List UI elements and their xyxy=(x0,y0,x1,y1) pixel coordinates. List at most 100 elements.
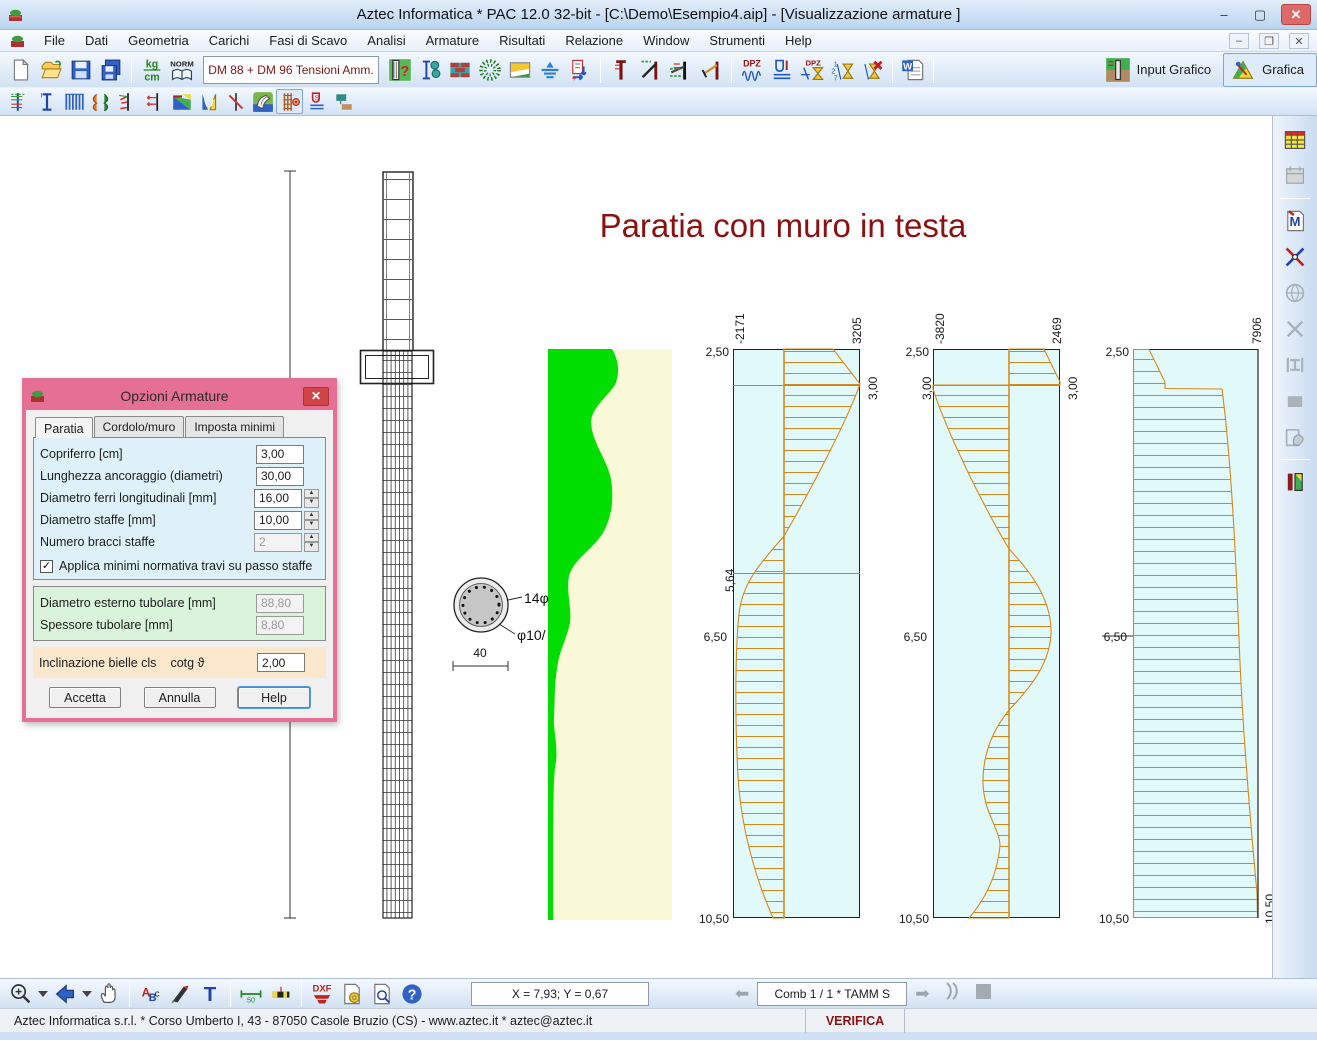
mdi-restore-button[interactable]: ❐ xyxy=(1259,33,1279,49)
new-file-button[interactable] xyxy=(6,55,36,85)
tab-imposta-minimi[interactable]: Imposta minimi xyxy=(185,416,284,437)
fill-region-button[interactable] xyxy=(1279,385,1311,417)
menu-geometria[interactable]: Geometria xyxy=(118,31,199,50)
section-clamp-button[interactable] xyxy=(767,55,797,85)
menu-fasi-di-scavo[interactable]: Fasi di Scavo xyxy=(259,31,357,50)
next-combination-button[interactable]: ➡ xyxy=(907,984,937,1004)
beam-section-button[interactable]: I xyxy=(33,89,60,114)
pile-anchor-button[interactable] xyxy=(666,55,696,85)
mdi-close-button[interactable]: ✕ xyxy=(1289,33,1309,49)
moment-line-button[interactable] xyxy=(222,89,249,114)
back-button[interactable] xyxy=(50,979,80,1009)
section-clamp2-button[interactable]: S xyxy=(303,89,330,114)
font-button[interactable]: ABc xyxy=(135,979,165,1009)
tab-cordolo-muro[interactable]: Cordolo/muro xyxy=(94,416,185,437)
computation-report-button[interactable]: M xyxy=(1279,205,1311,237)
open-file-button[interactable] xyxy=(36,55,66,85)
diametro-ferri-field[interactable]: 16,00 xyxy=(254,489,302,508)
report-button[interactable] xyxy=(1279,160,1311,192)
diametro-ferri-stepper[interactable]: ▲▼ xyxy=(304,489,319,508)
menu-carichi[interactable]: Carichi xyxy=(199,31,259,50)
menu-analisi[interactable]: Analisi xyxy=(357,31,415,50)
redraw-button[interactable] xyxy=(165,979,195,1009)
page-setup-button[interactable] xyxy=(337,979,367,1009)
materials-button[interactable] xyxy=(445,55,475,85)
menu-file[interactable]: File xyxy=(34,31,75,50)
measure-distance-button[interactable]: 50 xyxy=(236,979,266,1009)
pressure-left-button[interactable] xyxy=(141,89,168,114)
ancoraggio-field[interactable]: 30,00 xyxy=(256,467,304,486)
water-table-button[interactable] xyxy=(535,55,565,85)
dialog-title-bar[interactable]: Opzioni Armature ✕ xyxy=(26,382,333,410)
input-grafico-button[interactable]: Input Grafico xyxy=(1099,53,1223,87)
export-word-button[interactable]: W xyxy=(898,55,928,85)
globe-button[interactable] xyxy=(1279,277,1311,309)
minimize-button[interactable]: – xyxy=(1209,4,1239,25)
displacement-wedge-button[interactable] xyxy=(195,89,222,114)
menu-armature[interactable]: Armature xyxy=(416,31,489,50)
section-dims-button[interactable] xyxy=(1279,349,1311,381)
rebar-view-button[interactable] xyxy=(276,89,303,114)
menu-help[interactable]: Help xyxy=(775,31,822,50)
maximize-button[interactable]: ▢ xyxy=(1245,4,1275,25)
minimi-normativa-checkbox[interactable]: ✓ xyxy=(40,560,53,573)
accetta-button[interactable]: Accetta xyxy=(49,687,121,708)
pressure-diagram-button[interactable] xyxy=(114,89,141,114)
combination-delete-button[interactable] xyxy=(857,55,887,85)
results-table-button[interactable] xyxy=(1279,124,1311,156)
help-button[interactable]: ? xyxy=(397,979,427,1009)
pile-row-button[interactable] xyxy=(60,89,87,114)
bielle-field[interactable]: 2,00 xyxy=(257,653,305,672)
dialog-close-button[interactable]: ✕ xyxy=(303,387,329,406)
diametro-staffe-field[interactable]: 10,00 xyxy=(254,511,302,530)
menu-dati[interactable]: Dati xyxy=(75,31,118,50)
pan-page-button[interactable] xyxy=(1279,421,1311,453)
export-dxf-button[interactable]: DXF xyxy=(307,979,337,1009)
gravel-button[interactable] xyxy=(475,55,505,85)
copriferro-field[interactable]: 3,00 xyxy=(256,445,304,464)
load-conditions-button[interactable]: + xyxy=(565,55,595,85)
save-button[interactable] xyxy=(66,55,96,85)
zoom-menu-caret[interactable] xyxy=(36,979,50,1009)
back-menu-caret[interactable] xyxy=(80,979,94,1009)
dpz-spectrum-button[interactable]: DPZ xyxy=(737,55,767,85)
pan-hand-button[interactable] xyxy=(94,979,124,1009)
soil-wedge-button[interactable] xyxy=(168,89,195,114)
wall-data-button[interactable]: ? xyxy=(385,55,415,85)
diametro-staffe-stepper[interactable]: ▲▼ xyxy=(304,511,319,530)
help-dialog-button[interactable]: Help xyxy=(238,687,310,708)
normative-book-button[interactable]: NORM xyxy=(167,55,197,85)
stop-animation-button[interactable] xyxy=(966,984,1001,1004)
pile-cantilever-button[interactable] xyxy=(606,55,636,85)
prev-combination-button[interactable]: ⬅ xyxy=(727,984,757,1004)
print-preview-button[interactable] xyxy=(367,979,397,1009)
zoom-in-button[interactable] xyxy=(6,979,36,1009)
sections-button[interactable] xyxy=(415,55,445,85)
soil-layers-button[interactable] xyxy=(505,55,535,85)
tab-paratia[interactable]: Paratia xyxy=(35,417,93,438)
load-diagram-button[interactable] xyxy=(6,89,33,114)
menu-strumenti[interactable]: Strumenti xyxy=(699,31,775,50)
tools-button[interactable] xyxy=(1279,241,1311,273)
pile-tie-button[interactable] xyxy=(696,55,726,85)
units-kgcm-button[interactable]: kgcm xyxy=(137,55,167,85)
save-all-button[interactable] xyxy=(96,55,126,85)
normative-combo[interactable]: DM 88 + DM 96 Tensioni Amm. xyxy=(203,56,379,84)
combination-display[interactable]: Comb 1 / 1 * TAMM S xyxy=(757,982,907,1006)
grafica-button[interactable]: Grafica xyxy=(1223,53,1317,87)
close-button[interactable]: ✕ xyxy=(1281,4,1311,25)
dpz-verify-button[interactable]: DPZ xyxy=(797,55,827,85)
add-text-button[interactable]: T xyxy=(195,979,225,1009)
color-legend-button[interactable] xyxy=(1279,466,1311,498)
annulla-button[interactable]: Annulla xyxy=(144,687,216,708)
bracci-staffe-stepper[interactable]: ▲▼ xyxy=(304,533,319,552)
material-blocks-button[interactable] xyxy=(330,89,357,114)
menu-window[interactable]: Window xyxy=(633,31,699,50)
play-animation-button[interactable] xyxy=(938,982,966,1005)
cut-section-button[interactable] xyxy=(1279,313,1311,345)
mdi-minimize-button[interactable]: – xyxy=(1229,33,1249,49)
thrust-arrows-button[interactable] xyxy=(87,89,114,114)
combination-verify-button[interactable]: 127 xyxy=(827,55,857,85)
menu-risultati[interactable]: Risultati xyxy=(489,31,555,50)
menu-relazione[interactable]: Relazione xyxy=(555,31,633,50)
